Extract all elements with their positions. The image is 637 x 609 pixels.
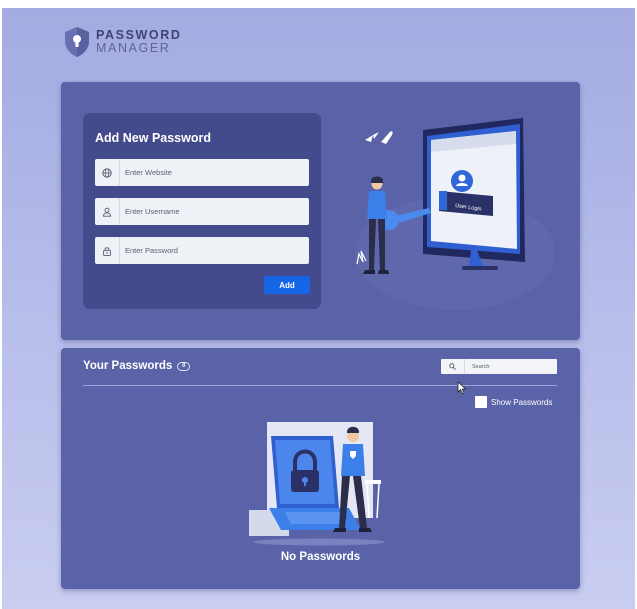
- website-input[interactable]: [120, 159, 309, 186]
- login-illustration: User Login: [355, 118, 553, 310]
- mouse-cursor-icon: [457, 381, 467, 395]
- add-button[interactable]: Add: [264, 276, 310, 294]
- logo-line-2: MANAGER: [96, 41, 171, 55]
- search-input[interactable]: [465, 359, 557, 374]
- search-field[interactable]: [441, 359, 557, 374]
- add-password-card: Add New Password Add: [61, 82, 580, 340]
- show-passwords-toggle[interactable]: Show Passwords: [475, 396, 552, 408]
- show-passwords-checkbox[interactable]: [475, 396, 487, 408]
- form-title: Add New Password: [95, 131, 211, 145]
- password-input[interactable]: [120, 237, 309, 264]
- user-icon: [95, 198, 120, 225]
- search-icon: [441, 359, 465, 374]
- header-divider: [83, 385, 557, 386]
- app-background: PASSWORD MANAGER Add New Password Enter …: [2, 8, 635, 609]
- globe-icon: [95, 159, 120, 186]
- username-input[interactable]: [120, 198, 309, 225]
- add-password-form: Add New Password Add: [83, 113, 321, 309]
- empty-state-illustration: [249, 422, 385, 546]
- show-passwords-label: Show Passwords: [491, 397, 553, 407]
- app-logo: PASSWORD MANAGER: [64, 26, 182, 58]
- username-field[interactable]: [95, 198, 309, 225]
- empty-state-text: No Passwords: [280, 551, 361, 563]
- password-count-badge: 0: [177, 361, 191, 371]
- passwords-title: Your Passwords: [83, 360, 173, 372]
- your-passwords-card: Your Passwords 0 Show Passwords: [61, 348, 580, 589]
- lock-icon: [95, 237, 120, 264]
- passwords-header: Your Passwords 0: [83, 360, 191, 372]
- logo-text: PASSWORD MANAGER: [96, 29, 182, 55]
- shield-keyhole-icon: [65, 27, 89, 57]
- password-field[interactable]: [95, 237, 309, 264]
- website-field[interactable]: [95, 159, 309, 186]
